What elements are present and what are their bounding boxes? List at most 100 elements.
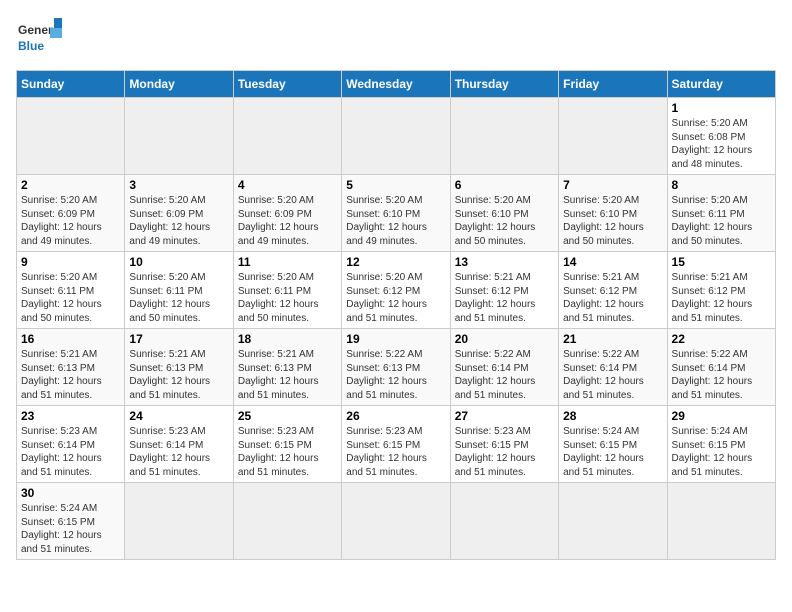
day-number: 22 bbox=[672, 332, 771, 346]
day-number: 25 bbox=[238, 409, 337, 423]
calendar-cell: 2 Sunrise: 5:20 AMSunset: 6:09 PMDaylight… bbox=[17, 175, 125, 252]
calendar-cell: 14 Sunrise: 5:21 AMSunset: 6:12 PMDayligh… bbox=[559, 252, 667, 329]
day-number: 26 bbox=[346, 409, 445, 423]
calendar-week-row: 9 Sunrise: 5:20 AMSunset: 6:11 PMDaylight… bbox=[17, 252, 776, 329]
day-info: Sunrise: 5:21 AMSunset: 6:12 PMDaylight:… bbox=[563, 271, 662, 325]
day-number: 27 bbox=[455, 409, 554, 423]
calendar-cell: 12 Sunrise: 5:20 AMSunset: 6:12 PMDayligh… bbox=[342, 252, 450, 329]
header-friday: Friday bbox=[559, 71, 667, 98]
day-info: Sunrise: 5:22 AMSunset: 6:14 PMDaylight:… bbox=[563, 348, 662, 402]
calendar-cell bbox=[17, 98, 125, 175]
day-info: Sunrise: 5:24 AMSunset: 6:15 PMDaylight:… bbox=[672, 425, 771, 479]
day-info: Sunrise: 5:22 AMSunset: 6:14 PMDaylight:… bbox=[455, 348, 554, 402]
calendar-cell bbox=[125, 483, 233, 560]
svg-text:Blue: Blue bbox=[18, 39, 44, 53]
calendar-cell: 7 Sunrise: 5:20 AMSunset: 6:10 PMDaylight… bbox=[559, 175, 667, 252]
day-info: Sunrise: 5:20 AMSunset: 6:11 PMDaylight:… bbox=[238, 271, 337, 325]
logo-svg: General Blue bbox=[16, 16, 66, 60]
calendar-cell bbox=[450, 98, 558, 175]
calendar-header-row: SundayMondayTuesdayWednesdayThursdayFrid… bbox=[17, 71, 776, 98]
day-info: Sunrise: 5:22 AMSunset: 6:14 PMDaylight:… bbox=[672, 348, 771, 402]
day-number: 24 bbox=[129, 409, 228, 423]
day-number: 29 bbox=[672, 409, 771, 423]
day-info: Sunrise: 5:20 AMSunset: 6:09 PMDaylight:… bbox=[238, 194, 337, 248]
calendar-cell: 4Sunrise: 5:20 AMSunset: 6:09 PMDaylight… bbox=[233, 175, 341, 252]
day-info: Sunrise: 5:21 AMSunset: 6:13 PMDaylight:… bbox=[21, 348, 120, 402]
header-saturday: Saturday bbox=[667, 71, 775, 98]
day-number: 9 bbox=[21, 255, 120, 269]
calendar-cell bbox=[559, 98, 667, 175]
calendar-cell: 22 Sunrise: 5:22 AMSunset: 6:14 PMDayligh… bbox=[667, 329, 775, 406]
calendar-week-row: 1Sunrise: 5:20 AMSunset: 6:08 PMDaylight… bbox=[17, 98, 776, 175]
calendar-cell bbox=[559, 483, 667, 560]
day-info: Sunrise: 5:21 AMSunset: 6:13 PMDaylight:… bbox=[238, 348, 337, 402]
calendar-cell: 8 Sunrise: 5:20 AMSunset: 6:11 PMDaylight… bbox=[667, 175, 775, 252]
calendar-cell: 5 Sunrise: 5:20 AMSunset: 6:10 PMDaylight… bbox=[342, 175, 450, 252]
calendar-cell: 1Sunrise: 5:20 AMSunset: 6:08 PMDaylight… bbox=[667, 98, 775, 175]
day-number: 16 bbox=[21, 332, 120, 346]
calendar-cell: 21 Sunrise: 5:22 AMSunset: 6:14 PMDayligh… bbox=[559, 329, 667, 406]
calendar-table: SundayMondayTuesdayWednesdayThursdayFrid… bbox=[16, 70, 776, 560]
day-number: 3 bbox=[129, 178, 228, 192]
calendar-cell: 23 Sunrise: 5:23 AMSunset: 6:14 PMDayligh… bbox=[17, 406, 125, 483]
day-number: 2 bbox=[21, 178, 120, 192]
day-info: Sunrise: 5:22 AMSunset: 6:13 PMDaylight:… bbox=[346, 348, 445, 402]
calendar-cell bbox=[342, 483, 450, 560]
day-number: 17 bbox=[129, 332, 228, 346]
day-number: 8 bbox=[672, 178, 771, 192]
calendar-cell: 10Sunrise: 5:20 AMSunset: 6:11 PMDayligh… bbox=[125, 252, 233, 329]
day-number: 12 bbox=[346, 255, 445, 269]
day-info: Sunrise: 5:20 AMSunset: 6:11 PMDaylight:… bbox=[672, 194, 771, 248]
day-number: 13 bbox=[455, 255, 554, 269]
day-info: Sunrise: 5:21 AMSunset: 6:12 PMDaylight:… bbox=[672, 271, 771, 325]
day-info: Sunrise: 5:23 AMSunset: 6:14 PMDaylight:… bbox=[129, 425, 228, 479]
calendar-cell: 29 Sunrise: 5:24 AMSunset: 6:15 PMDayligh… bbox=[667, 406, 775, 483]
day-info: Sunrise: 5:20 AMSunset: 6:11 PMDaylight:… bbox=[21, 271, 120, 325]
calendar-cell: 28 Sunrise: 5:24 AMSunset: 6:15 PMDayligh… bbox=[559, 406, 667, 483]
day-info: Sunrise: 5:20 AMSunset: 6:12 PMDaylight:… bbox=[346, 271, 445, 325]
day-info: Sunrise: 5:20 AMSunset: 6:09 PMDaylight:… bbox=[21, 194, 120, 248]
day-number: 23 bbox=[21, 409, 120, 423]
calendar-cell: 20Sunrise: 5:22 AMSunset: 6:14 PMDayligh… bbox=[450, 329, 558, 406]
calendar-week-row: 23 Sunrise: 5:23 AMSunset: 6:14 PMDayligh… bbox=[17, 406, 776, 483]
day-info: Sunrise: 5:21 AMSunset: 6:13 PMDaylight:… bbox=[129, 348, 228, 402]
calendar-cell: 24 Sunrise: 5:23 AMSunset: 6:14 PMDayligh… bbox=[125, 406, 233, 483]
day-info: Sunrise: 5:20 AMSunset: 6:09 PMDaylight:… bbox=[129, 194, 228, 248]
header-wednesday: Wednesday bbox=[342, 71, 450, 98]
day-number: 19 bbox=[346, 332, 445, 346]
calendar-cell: 19 Sunrise: 5:22 AMSunset: 6:13 PMDayligh… bbox=[342, 329, 450, 406]
calendar-cell: 15Sunrise: 5:21 AMSunset: 6:12 PMDayligh… bbox=[667, 252, 775, 329]
day-number: 18 bbox=[238, 332, 337, 346]
day-info: Sunrise: 5:24 AMSunset: 6:15 PMDaylight:… bbox=[563, 425, 662, 479]
header-tuesday: Tuesday bbox=[233, 71, 341, 98]
day-number: 7 bbox=[563, 178, 662, 192]
day-number: 11 bbox=[238, 255, 337, 269]
day-info: Sunrise: 5:20 AMSunset: 6:11 PMDaylight:… bbox=[129, 271, 228, 325]
day-info: Sunrise: 5:20 AMSunset: 6:08 PMDaylight:… bbox=[672, 117, 771, 171]
calendar-week-row: 2 Sunrise: 5:20 AMSunset: 6:09 PMDaylight… bbox=[17, 175, 776, 252]
logo: General Blue bbox=[16, 16, 66, 60]
header: General Blue bbox=[16, 16, 776, 60]
day-info: Sunrise: 5:23 AMSunset: 6:14 PMDaylight:… bbox=[21, 425, 120, 479]
calendar-week-row: 30 Sunrise: 5:24 AMSunset: 6:15 PMDayligh… bbox=[17, 483, 776, 560]
calendar-cell: 3 Sunrise: 5:20 AMSunset: 6:09 PMDaylight… bbox=[125, 175, 233, 252]
day-number: 14 bbox=[563, 255, 662, 269]
day-number: 21 bbox=[563, 332, 662, 346]
calendar-cell: 18 Sunrise: 5:21 AMSunset: 6:13 PMDayligh… bbox=[233, 329, 341, 406]
calendar-cell bbox=[233, 98, 341, 175]
day-info: Sunrise: 5:20 AMSunset: 6:10 PMDaylight:… bbox=[346, 194, 445, 248]
day-info: Sunrise: 5:24 AMSunset: 6:15 PMDaylight:… bbox=[21, 502, 120, 556]
calendar-cell: 25Sunrise: 5:23 AMSunset: 6:15 PMDayligh… bbox=[233, 406, 341, 483]
day-info: Sunrise: 5:21 AMSunset: 6:12 PMDaylight:… bbox=[455, 271, 554, 325]
day-info: Sunrise: 5:20 AMSunset: 6:10 PMDaylight:… bbox=[563, 194, 662, 248]
calendar-cell bbox=[450, 483, 558, 560]
calendar-cell: 27 Sunrise: 5:23 AMSunset: 6:15 PMDayligh… bbox=[450, 406, 558, 483]
header-thursday: Thursday bbox=[450, 71, 558, 98]
day-number: 30 bbox=[21, 486, 120, 500]
day-number: 28 bbox=[563, 409, 662, 423]
header-sunday: Sunday bbox=[17, 71, 125, 98]
day-info: Sunrise: 5:23 AMSunset: 6:15 PMDaylight:… bbox=[455, 425, 554, 479]
calendar-cell: 16 Sunrise: 5:21 AMSunset: 6:13 PMDayligh… bbox=[17, 329, 125, 406]
calendar-cell: 30 Sunrise: 5:24 AMSunset: 6:15 PMDayligh… bbox=[17, 483, 125, 560]
day-number: 5 bbox=[346, 178, 445, 192]
